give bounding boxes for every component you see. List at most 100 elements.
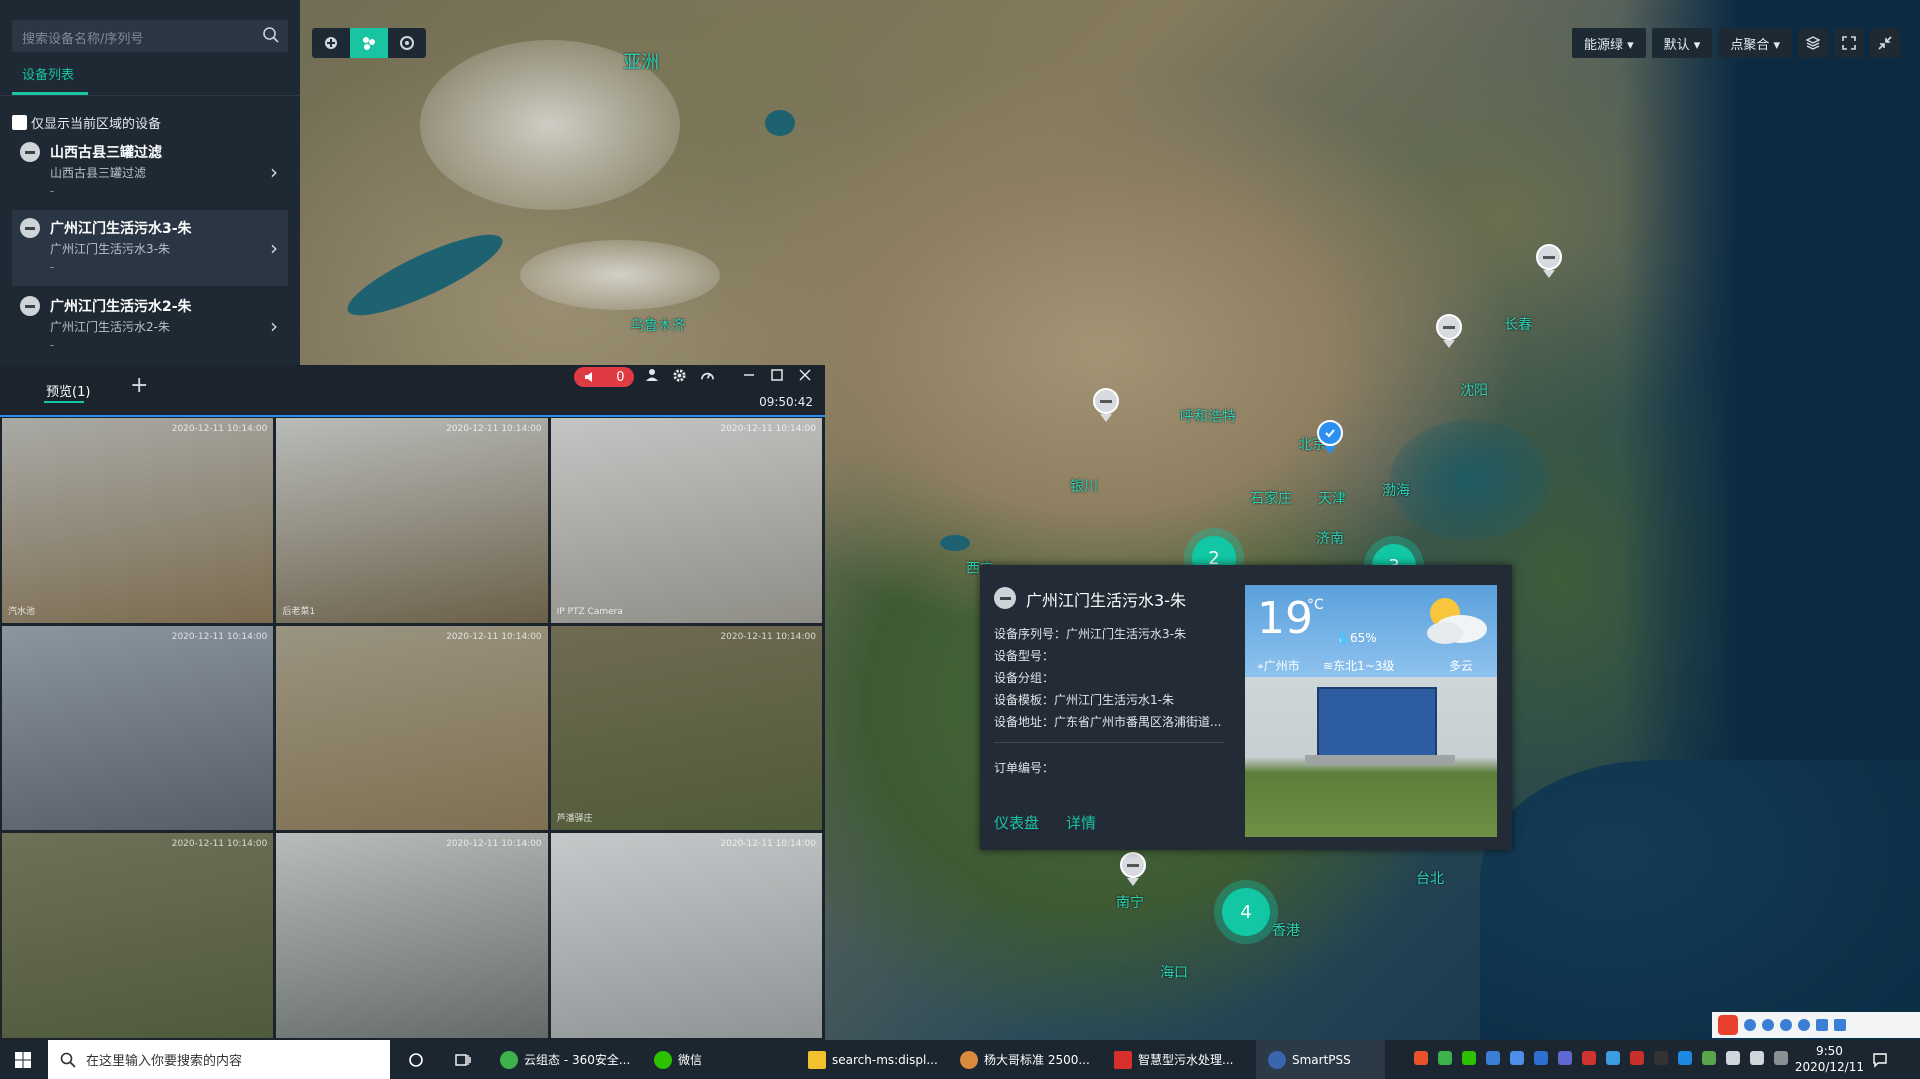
search-icon[interactable] [262,26,280,44]
shrink-icon[interactable] [1870,28,1900,58]
south-china-sea [1480,760,1920,1040]
notification-icon[interactable] [1872,1040,1888,1079]
taskbar-app-active[interactable]: SmartPSS [1256,1040,1385,1079]
browser-360-icon [500,1050,518,1069]
device-list-item[interactable]: 山西古县三罐过滤 山西古县三罐过滤 - › [12,134,288,210]
map-label: 天津 [1318,491,1346,507]
tray-icon[interactable] [1654,1051,1668,1065]
task-view-icon[interactable] [454,1040,472,1079]
device-list-item[interactable]: 广州江门生活污水2-朱 广州江门生活污水2-朱 - › [12,288,288,364]
device-marker-selected[interactable] [1317,420,1343,454]
camera-tile[interactable]: 2020-12-11 10:14:00 后老菜1 [276,418,548,623]
tray-icon[interactable] [1606,1051,1620,1065]
maximize-icon[interactable] [770,368,784,386]
camera-timestamp: 2020-12-11 10:14:00 [446,839,542,850]
ime-toolbar[interactable] [1712,1012,1920,1038]
map-type-dropdown[interactable]: 默认 ▾ [1651,28,1713,58]
device-search-input[interactable]: 搜索设备名称/序列号 [12,20,288,52]
taskbar-app[interactable]: 微信 [654,1040,702,1079]
taskbar-app-label: SmartPSS [1292,1052,1351,1067]
tray-icon[interactable] [1630,1051,1644,1065]
taskbar-app[interactable]: search-ms:displ... [808,1040,938,1079]
taskbar-app-label: 云组态 - 360安全... [524,1053,631,1067]
camera-tile[interactable]: 2020-12-11 10:14:00 汽水池 [2,418,274,623]
chevron-right-icon[interactable]: › [270,314,278,338]
only-current-region-checkbox[interactable]: 仅显示当前区域的设备 [12,113,161,132]
video-preview-window: 预览(1) + 0 09:50:42 2020-12-11 10:14:00 汽水… [0,365,825,1040]
camera-tile[interactable]: 2020-12-11 10:14:00 [550,833,822,1038]
cluster-icon[interactable] [350,28,388,58]
aggregation-dropdown[interactable]: 点聚合 ▾ [1718,28,1792,58]
device-marker[interactable] [1093,388,1119,422]
speedometer-icon[interactable] [700,368,715,387]
camera-timestamp: 2020-12-11 10:14:00 [720,424,816,434]
tab-preview[interactable]: 预览(1) [46,381,90,400]
camera-tile[interactable]: 2020-12-11 10:14:00 IP PTZ Camera [550,418,822,623]
windows-start-icon[interactable] [14,1040,32,1079]
volume-muted-icon[interactable] [1750,1051,1764,1065]
avatar-icon [960,1050,978,1069]
tray-icon[interactable] [1558,1051,1572,1065]
tray-icon[interactable] [1582,1051,1596,1065]
camera-tile[interactable]: 2020-12-11 10:14:00 [276,833,548,1038]
target-icon[interactable] [312,28,350,58]
tray-icon[interactable] [1438,1051,1452,1065]
tray-icon[interactable] [1486,1051,1500,1065]
fullscreen-icon[interactable] [1834,28,1864,58]
tray-icon[interactable] [1702,1051,1716,1065]
tank-base [1305,755,1455,765]
camera-tile[interactable]: 2020-12-11 10:14:00 [2,625,274,831]
tray-icon[interactable] [1510,1051,1524,1065]
divider [994,742,1224,743]
add-tab-button[interactable]: + [130,373,148,398]
lake-qinghai [940,535,970,551]
close-icon[interactable] [798,368,812,386]
device-list-item[interactable]: 广州江门生活污水3-朱 广州江门生活污水3-朱 - › [12,210,288,286]
camera-tile[interactable]: 2020-12-11 10:14:00 芦潘驿庄 [550,625,822,831]
alarm-badge[interactable]: 0 [574,367,634,387]
layer-toggle-icon[interactable] [388,28,426,58]
minimize-icon[interactable] [742,368,756,386]
system-clock[interactable]: 9:50 2020/12/11 [1795,1043,1864,1075]
device-marker[interactable] [1536,244,1562,278]
speaker-icon [585,372,593,382]
map-label: 香港 [1272,923,1300,939]
lake-balkhash [339,220,511,330]
camera-timestamp: 2020-12-11 10:14:00 [171,631,268,642]
bluetooth-icon[interactable] [1678,1051,1692,1065]
detail-link[interactable]: 详情 [1066,812,1096,833]
chevron-right-icon[interactable]: › [270,236,278,260]
taskbar-app[interactable]: 杨大哥标准 2500... [960,1040,1090,1079]
cluster-marker[interactable]: 4 [1222,888,1270,936]
tab-device-list[interactable]: 设备列表 [22,64,74,83]
gear-icon[interactable] [672,368,687,387]
taskbar-app[interactable]: 智慧型污水处理... [1114,1040,1233,1079]
device-group: 设备分组： [994,671,1055,685]
cortana-icon[interactable] [408,1040,424,1079]
tray-icon[interactable] [1462,1051,1476,1065]
device-status-icon [20,296,40,316]
tray-icon[interactable] [1414,1051,1428,1065]
chevron-right-icon[interactable]: › [270,160,278,184]
tray-icon[interactable] [1534,1051,1548,1065]
color-scheme-dropdown[interactable]: 能源绿 ▾ [1571,28,1646,58]
user-icon[interactable] [645,368,659,386]
map-label: 沈阳 [1460,383,1488,399]
network-icon[interactable] [1726,1051,1740,1065]
location-pin-icon: ⌖ [1257,659,1264,673]
checkbox-label: 仅显示当前区域的设备 [31,117,162,132]
device-marker[interactable] [1120,852,1146,886]
device-info-popup: 广州江门生活污水3-朱 设备序列号：广州江门生活污水3-朱 设备型号： 设备分组… [980,565,1512,850]
camera-tile[interactable]: 2020-12-11 10:14:00 [276,625,548,831]
dashboard-link[interactable]: 仪表盘 [994,812,1039,833]
tray-icon[interactable] [1774,1051,1788,1065]
taskbar-app[interactable]: 云组态 - 360安全... [500,1040,630,1079]
layers-icon[interactable] [1798,28,1828,58]
taskbar-search-input[interactable]: 在这里输入你要搜索的内容 [48,1040,390,1079]
device-marker[interactable] [1436,314,1462,348]
checkbox-box[interactable] [12,115,27,130]
weather-wind: ≋东北1~3级 [1323,657,1394,674]
taskbar-app-label: 杨大哥标准 2500... [984,1053,1090,1067]
windows-taskbar: 在这里输入你要搜索的内容 云组态 - 360安全... 微信 search-ms… [0,1040,1920,1079]
camera-tile[interactable]: 2020-12-11 10:14:00 [2,833,274,1038]
